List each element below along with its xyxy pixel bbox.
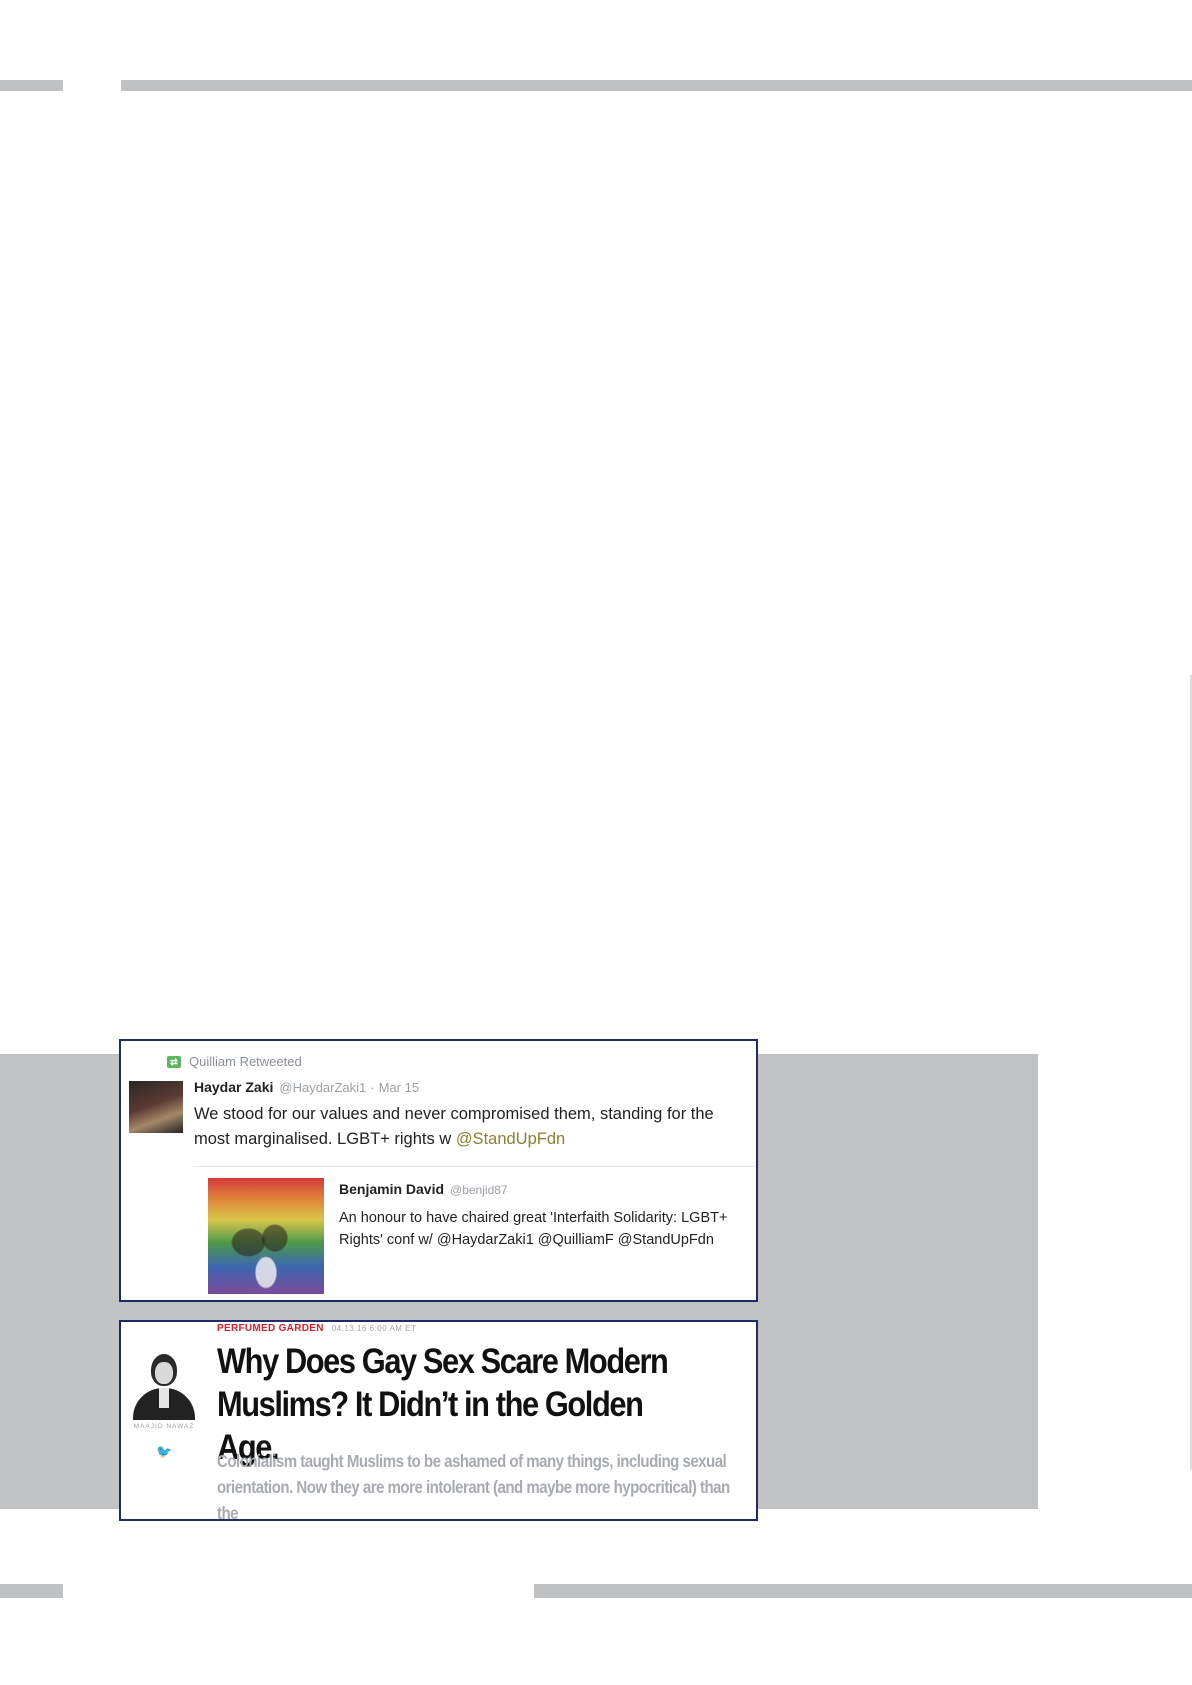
top-rule-right [121, 80, 1192, 91]
quote-header: Benjamin David @benjid87 [339, 1181, 508, 1197]
twitter-bird-icon: 🐦 [156, 1444, 173, 1459]
tweet-author-name: Haydar Zaki [194, 1079, 274, 1095]
article-meta: PERFUMED GARDEN 04.13.16 6:00 AM ET [217, 1323, 416, 1334]
tweet-text: We stood for our values and never compro… [194, 1102, 750, 1152]
tweet-text-main: We stood for our values and never compro… [194, 1105, 714, 1148]
author-photo [131, 1350, 197, 1420]
tweet-date: Mar 15 [378, 1080, 420, 1095]
article-date: 04.13.16 6:00 AM ET [331, 1324, 417, 1333]
tweet-separator: · [370, 1080, 375, 1095]
quote-author-name: Benjamin David [339, 1181, 445, 1197]
quote-text: An honour to have chaired great 'Interfa… [339, 1210, 728, 1248]
retweet-row: ⇄ Quilliam Retweeted [167, 1054, 302, 1069]
tweet-mention: @StandUpFdn [455, 1130, 566, 1148]
bottom-rule-right [534, 1584, 1192, 1598]
quote-photo [208, 1178, 324, 1294]
retweet-icon: ⇄ [167, 1055, 181, 1068]
article-screenshot: MAAJID NAWAZ 🐦 PERFUMED GARDEN 04.13.16 6… [119, 1320, 758, 1521]
tweet-author-avatar [129, 1081, 183, 1133]
tweet-header: Haydar Zaki @HaydarZaki1 · Mar 15 [194, 1079, 419, 1095]
tweet-author-handle: @HaydarZaki1 [279, 1080, 367, 1095]
quote-divider [194, 1166, 756, 1167]
author-name: MAAJID NAWAZ [133, 1423, 195, 1430]
top-rule-left [0, 80, 63, 91]
retweet-label: Quilliam Retweeted [189, 1054, 302, 1069]
tweet-screenshot: ⇄ Quilliam Retweeted Haydar Zaki @HaydarZ… [119, 1039, 758, 1302]
bottom-rule-left [0, 1584, 63, 1598]
quote-author-handle: @benjid87 [450, 1183, 508, 1197]
article-dek: Colonialism taught Muslims to be ashamed… [217, 1451, 730, 1521]
article-category: PERFUMED GARDEN [217, 1323, 324, 1334]
